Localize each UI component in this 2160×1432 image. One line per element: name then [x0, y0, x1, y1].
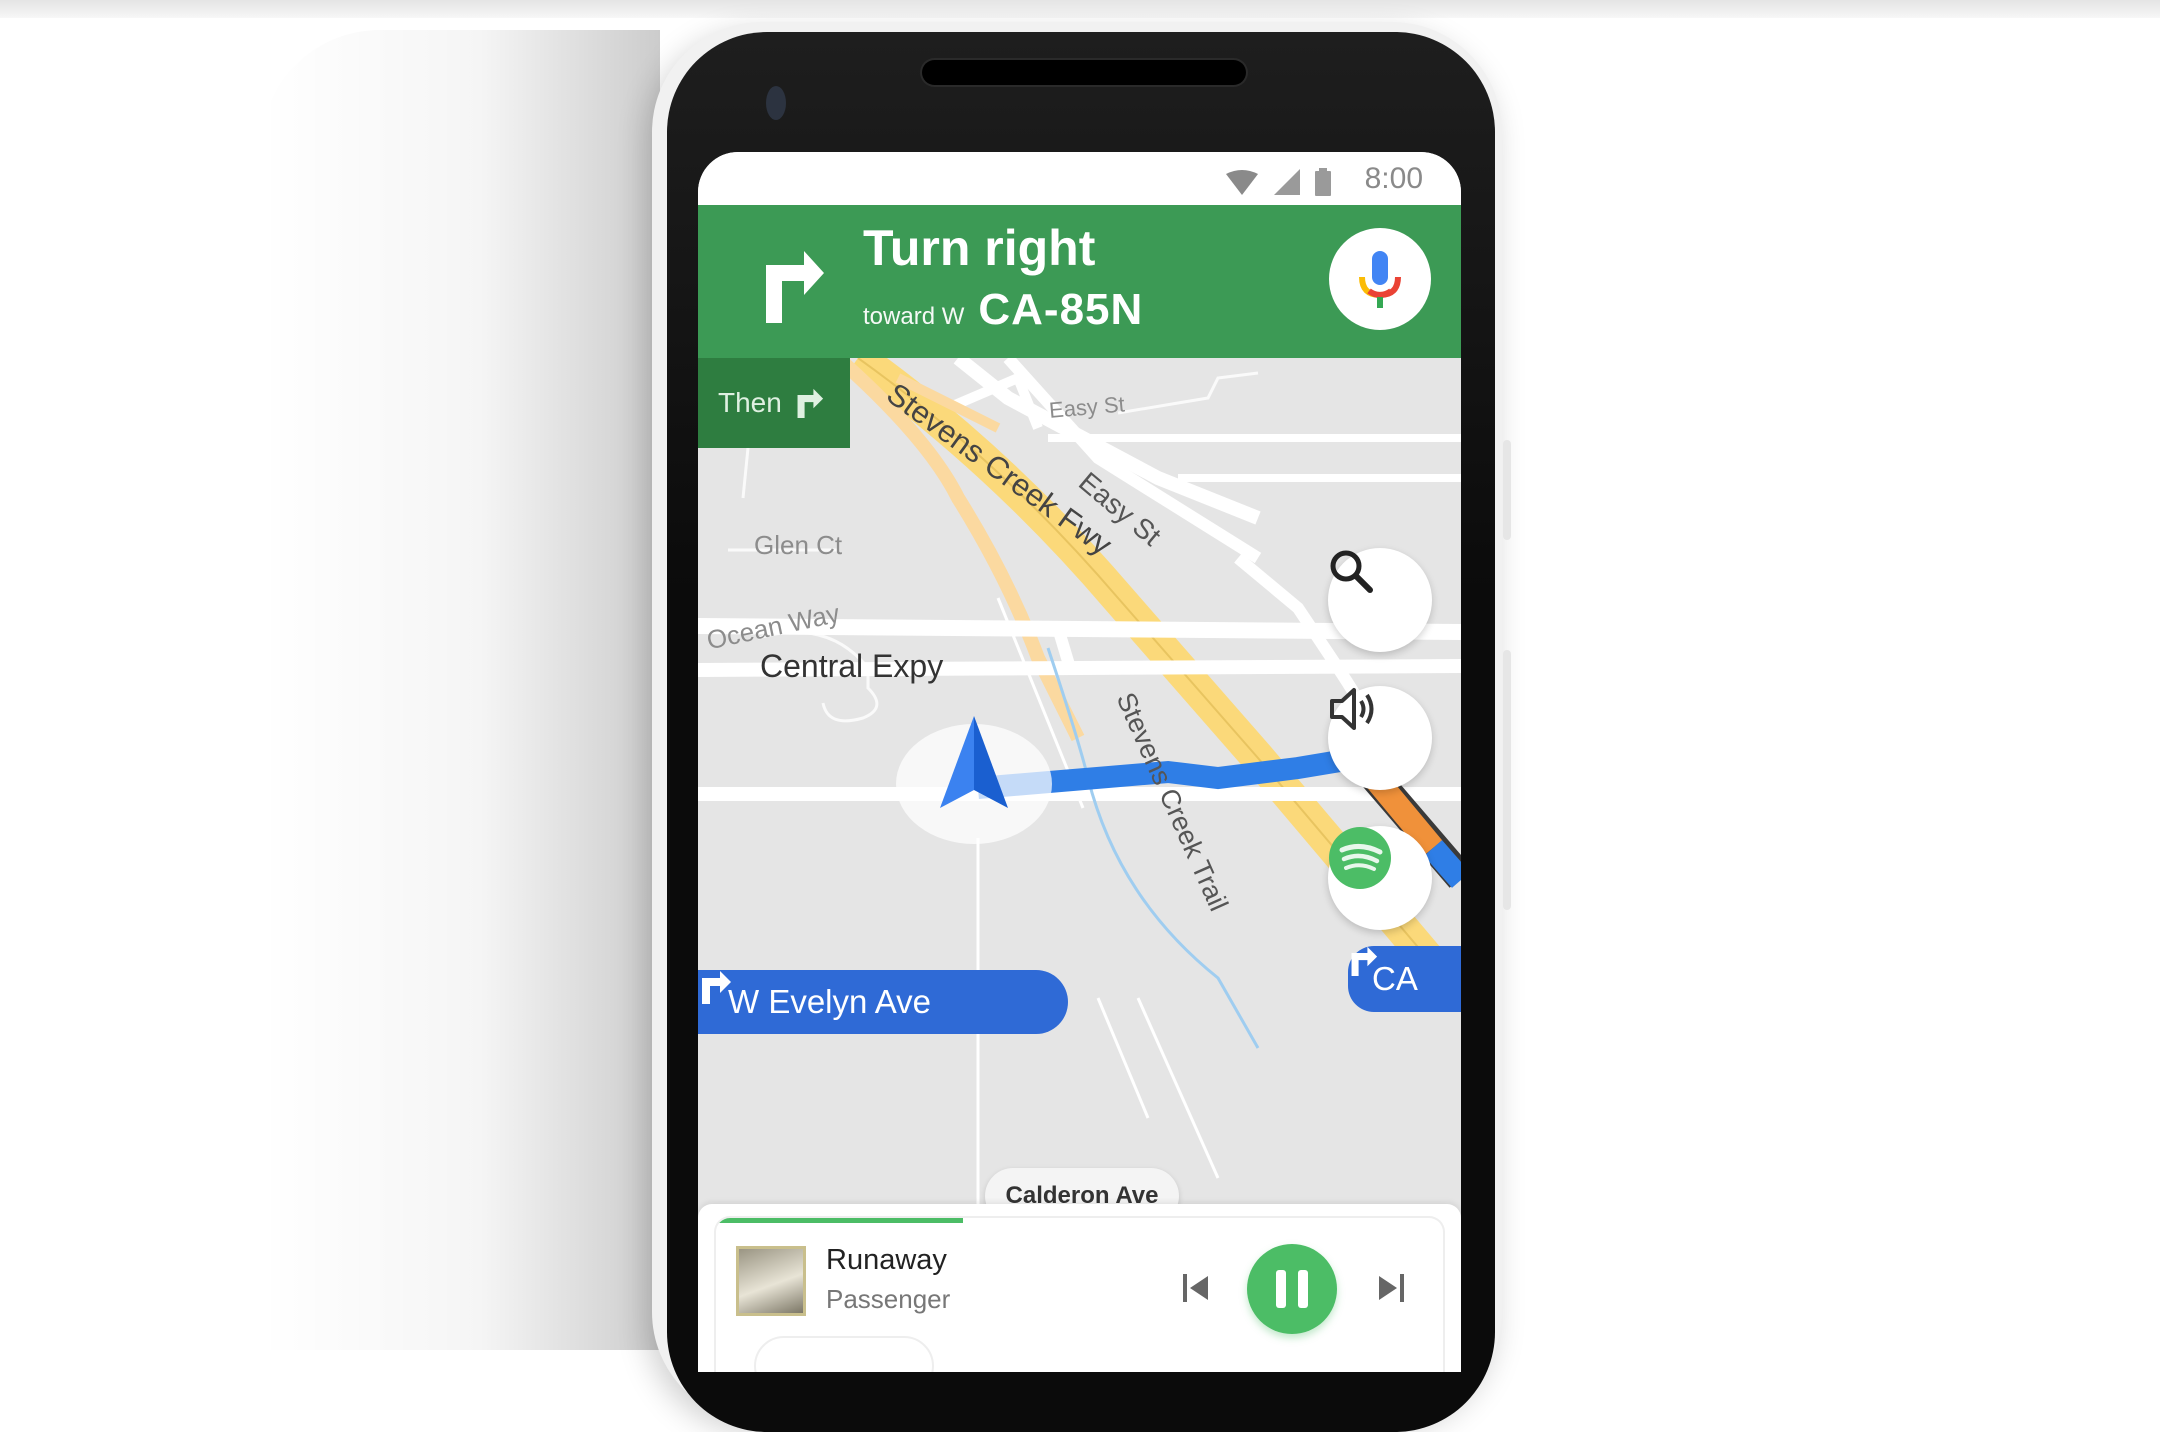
turn-right-icon	[1351, 946, 1378, 976]
map-label-central-expy: Central Expy	[760, 648, 944, 684]
battery-icon	[1315, 168, 1331, 196]
minor-street	[1096, 997, 1220, 1179]
phone-screen: 8:00 Turn right toward W CA-85N Stevens …	[698, 152, 1461, 1372]
toward-label: toward W	[863, 303, 965, 330]
track-title: Runaway	[826, 1244, 947, 1276]
wifi-icon	[1226, 170, 1258, 195]
turn-right-icon	[766, 251, 824, 323]
turn-right-icon	[797, 388, 823, 418]
then-label: Then	[718, 387, 782, 418]
maneuver-title: Turn right	[863, 220, 1096, 276]
signal-icon	[1274, 169, 1300, 195]
mic-icon	[1359, 251, 1401, 308]
status-bar: 8:00	[698, 152, 1461, 205]
pause-icon	[1276, 1270, 1286, 1308]
phone-camera	[766, 86, 786, 120]
sound-button[interactable]	[1328, 686, 1432, 790]
phone-volume-button	[1503, 650, 1511, 910]
previous-icon	[1183, 1274, 1208, 1302]
next-track-button[interactable]	[1371, 1268, 1411, 1308]
next-icon	[1379, 1274, 1404, 1302]
turn-right-icon	[702, 971, 731, 1004]
route-chip-label: CA	[1372, 960, 1418, 997]
page-top-bar	[0, 0, 2160, 18]
media-app-chip[interactable]	[754, 1336, 934, 1372]
media-player-card: Runaway Passenger	[716, 1218, 1443, 1372]
album-art	[736, 1246, 806, 1316]
destination-road: CA-85N	[978, 285, 1144, 334]
minor-street	[1117, 371, 1259, 415]
status-icons	[1225, 166, 1331, 196]
voice-search-button[interactable]	[1329, 228, 1431, 330]
phone-shadow	[260, 30, 660, 1350]
previous-track-button[interactable]	[1176, 1268, 1216, 1308]
spotify-icon	[1329, 827, 1391, 889]
map-label-glen-ct: Glen Ct	[754, 530, 843, 560]
search-icon	[1330, 550, 1373, 593]
phone-power-button	[1503, 440, 1511, 540]
map-view[interactable]: Stevens Creek Fwy Easy St Easy St Glen C…	[698, 358, 1461, 1224]
media-progress-bar[interactable]	[716, 1218, 964, 1223]
phone-speaker	[922, 60, 1246, 85]
route-chip-label: W Evelyn Ave	[728, 983, 931, 1020]
route-chip-ca[interactable]: CA	[1348, 946, 1461, 1012]
play-pause-button[interactable]	[1247, 1244, 1337, 1334]
spotify-button[interactable]	[1328, 826, 1432, 930]
then-maneuver-chip: Then	[698, 358, 850, 448]
track-artist: Passenger	[826, 1284, 951, 1314]
pause-icon-bar	[1298, 1270, 1308, 1308]
volume-icon	[1330, 688, 1374, 730]
status-time: 8:00	[1364, 162, 1423, 195]
navigation-header: Turn right toward W CA-85N	[698, 205, 1461, 358]
route-chip-w-evelyn-ave[interactable]: W Evelyn Ave	[698, 970, 1068, 1034]
search-button[interactable]	[1328, 548, 1432, 652]
maneuver-subtitle: toward W CA-85N	[863, 285, 1143, 335]
